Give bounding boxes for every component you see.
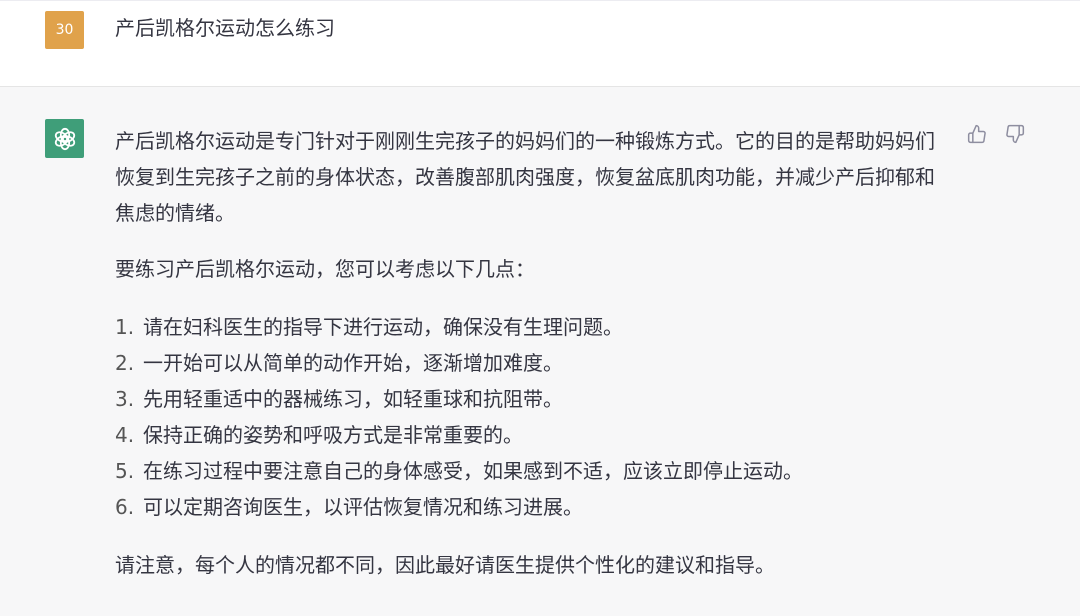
assistant-intro-paragraph: 产后凯格尔运动是专门针对于刚刚生完孩子的妈妈们的一种锻炼方式。它的目的是帮助妈妈… [115, 129, 935, 225]
list-item-text: 可以定期咨询医生，以评估恢复情况和练习进展。 [143, 495, 583, 519]
list-item: 3. 先用轻重适中的器械练习，如轻重球和抗阻带。 [115, 381, 945, 417]
chat-page: 30 产后凯格尔运动怎么练习 产后凯格尔运动是专门针对于刚刚生完孩子的妈妈们的一… [0, 0, 1080, 616]
assistant-message-content: 产后凯格尔运动是专门针对于刚刚生完孩子的妈妈们的一种锻炼方式。它的目的是帮助妈妈… [115, 123, 945, 583]
list-item-text: 请在妇科医生的指导下进行运动，确保没有生理问题。 [143, 315, 623, 339]
list-item-text: 先用轻重适中的器械练习，如轻重球和抗阻带。 [143, 387, 563, 411]
list-item-text: 在练习过程中要注意自己的身体感受，如果感到不适，应该立即停止运动。 [143, 459, 803, 483]
list-item-number: 2. [115, 351, 135, 375]
assistant-avatar [45, 119, 84, 158]
user-message-text: 产后凯格尔运动怎么练习 [115, 16, 335, 40]
assistant-lead-paragraph: 要练习产后凯格尔运动，您可以考虑以下几点： [115, 257, 535, 281]
list-item-text: 保持正确的姿势和呼吸方式是非常重要的。 [143, 423, 523, 447]
thumbs-up-icon [967, 124, 986, 144]
steps-list: 1. 请在妇科医生的指导下进行运动，确保没有生理问题。 2. 一开始可以从简单的… [115, 309, 945, 525]
user-message-row: 30 产后凯格尔运动怎么练习 [0, 0, 1080, 87]
openai-logo-icon [54, 127, 75, 150]
thumbs-up-button[interactable] [966, 123, 988, 145]
list-item: 1. 请在妇科医生的指导下进行运动，确保没有生理问题。 [115, 309, 945, 345]
assistant-note-paragraph: 请注意，每个人的情况都不同，因此最好请医生提供个性化的建议和指导。 [115, 553, 775, 577]
assistant-message-row: 产后凯格尔运动是专门针对于刚刚生完孩子的妈妈们的一种锻炼方式。它的目的是帮助妈妈… [0, 87, 1080, 616]
user-avatar: 30 [45, 11, 84, 49]
list-item-number: 6. [115, 495, 135, 519]
feedback-buttons [966, 123, 1026, 145]
list-item: 4. 保持正确的姿势和呼吸方式是非常重要的。 [115, 417, 945, 453]
list-item-number: 3. [115, 387, 135, 411]
list-item: 5. 在练习过程中要注意自己的身体感受，如果感到不适，应该立即停止运动。 [115, 453, 945, 489]
thumbs-down-icon [1006, 124, 1025, 144]
list-item-number: 1. [115, 315, 135, 339]
thumbs-down-button[interactable] [1004, 123, 1026, 145]
list-item: 2. 一开始可以从简单的动作开始，逐渐增加难度。 [115, 345, 945, 381]
list-item-text: 一开始可以从简单的动作开始，逐渐增加难度。 [143, 351, 563, 375]
list-item: 6. 可以定期咨询医生，以评估恢复情况和练习进展。 [115, 489, 945, 525]
list-item-number: 5. [115, 459, 135, 483]
list-item-number: 4. [115, 423, 135, 447]
